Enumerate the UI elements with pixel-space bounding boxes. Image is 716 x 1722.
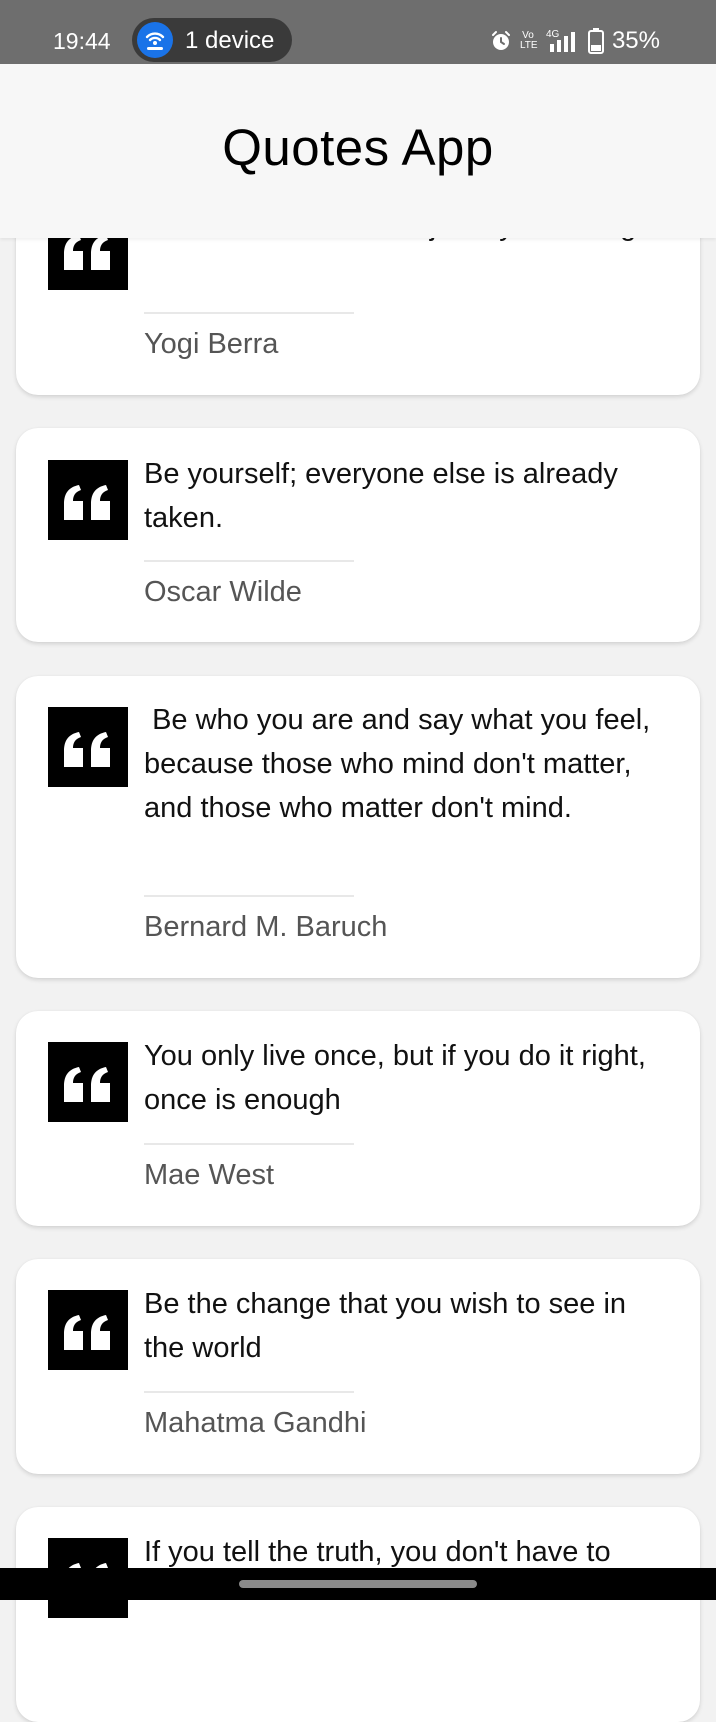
quote-mark-icon [48,1290,128,1370]
quote-card[interactable]: Be yourself; everyone else is already ta… [16,428,700,642]
quote-author: Mahatma Gandhi [144,1407,367,1439]
quote-divider [144,560,354,562]
system-nav-bar [0,1568,716,1600]
hotspot-chip[interactable]: 1 device [132,18,292,62]
quote-divider [144,1391,354,1393]
quote-divider [144,1143,354,1145]
hotspot-icon [137,22,173,58]
quote-list[interactable]: You can observe a lot just by watching. … [0,0,716,1722]
signal-icon: 4G [546,29,575,52]
network-type-label: 4G [546,29,560,40]
quote-text: You only live once, but if you do it rig… [144,1040,646,1116]
quote-author: Yogi Berra [144,328,279,360]
quote-author: Oscar Wilde [144,576,302,608]
battery-percent: 35% [611,27,660,54]
quote-author: Bernard M. Baruch [144,911,388,943]
quote-mark-icon [48,460,128,540]
quote-card[interactable]: Be the change that you wish to see in th… [16,1259,700,1474]
quote-mark-icon [48,1042,128,1122]
alarm-icon [491,31,510,50]
status-bar: 19:44 1 device Vo LTE 4G 35% [0,0,716,64]
volte-icon: Vo LTE [519,30,538,51]
quote-divider [144,895,354,897]
quote-card[interactable]: If you tell the truth, you don't have to [16,1507,700,1722]
hotspot-label: 1 device [185,27,275,54]
quote-author: Mae West [144,1159,275,1191]
quote-card[interactable]: You only live once, but if you do it rig… [16,1011,700,1226]
quote-text: Be yourself; everyone else is already ta… [144,458,618,534]
status-icons: Vo LTE 4G 35% [490,26,660,56]
quote-text: Be the change that you wish to see in th… [144,1288,627,1364]
app-header: Quotes App [0,64,716,238]
home-indicator[interactable] [239,1580,477,1588]
quote-card[interactable]: Be who you are and say what you feel, be… [16,676,700,978]
quote-divider [144,312,354,314]
status-time: 19:44 [53,28,111,54]
battery-icon [587,28,604,54]
quote-mark-icon [48,707,128,787]
page-title: Quotes App [222,119,494,176]
quote-text: Be who you are and say what you feel, be… [144,704,659,824]
